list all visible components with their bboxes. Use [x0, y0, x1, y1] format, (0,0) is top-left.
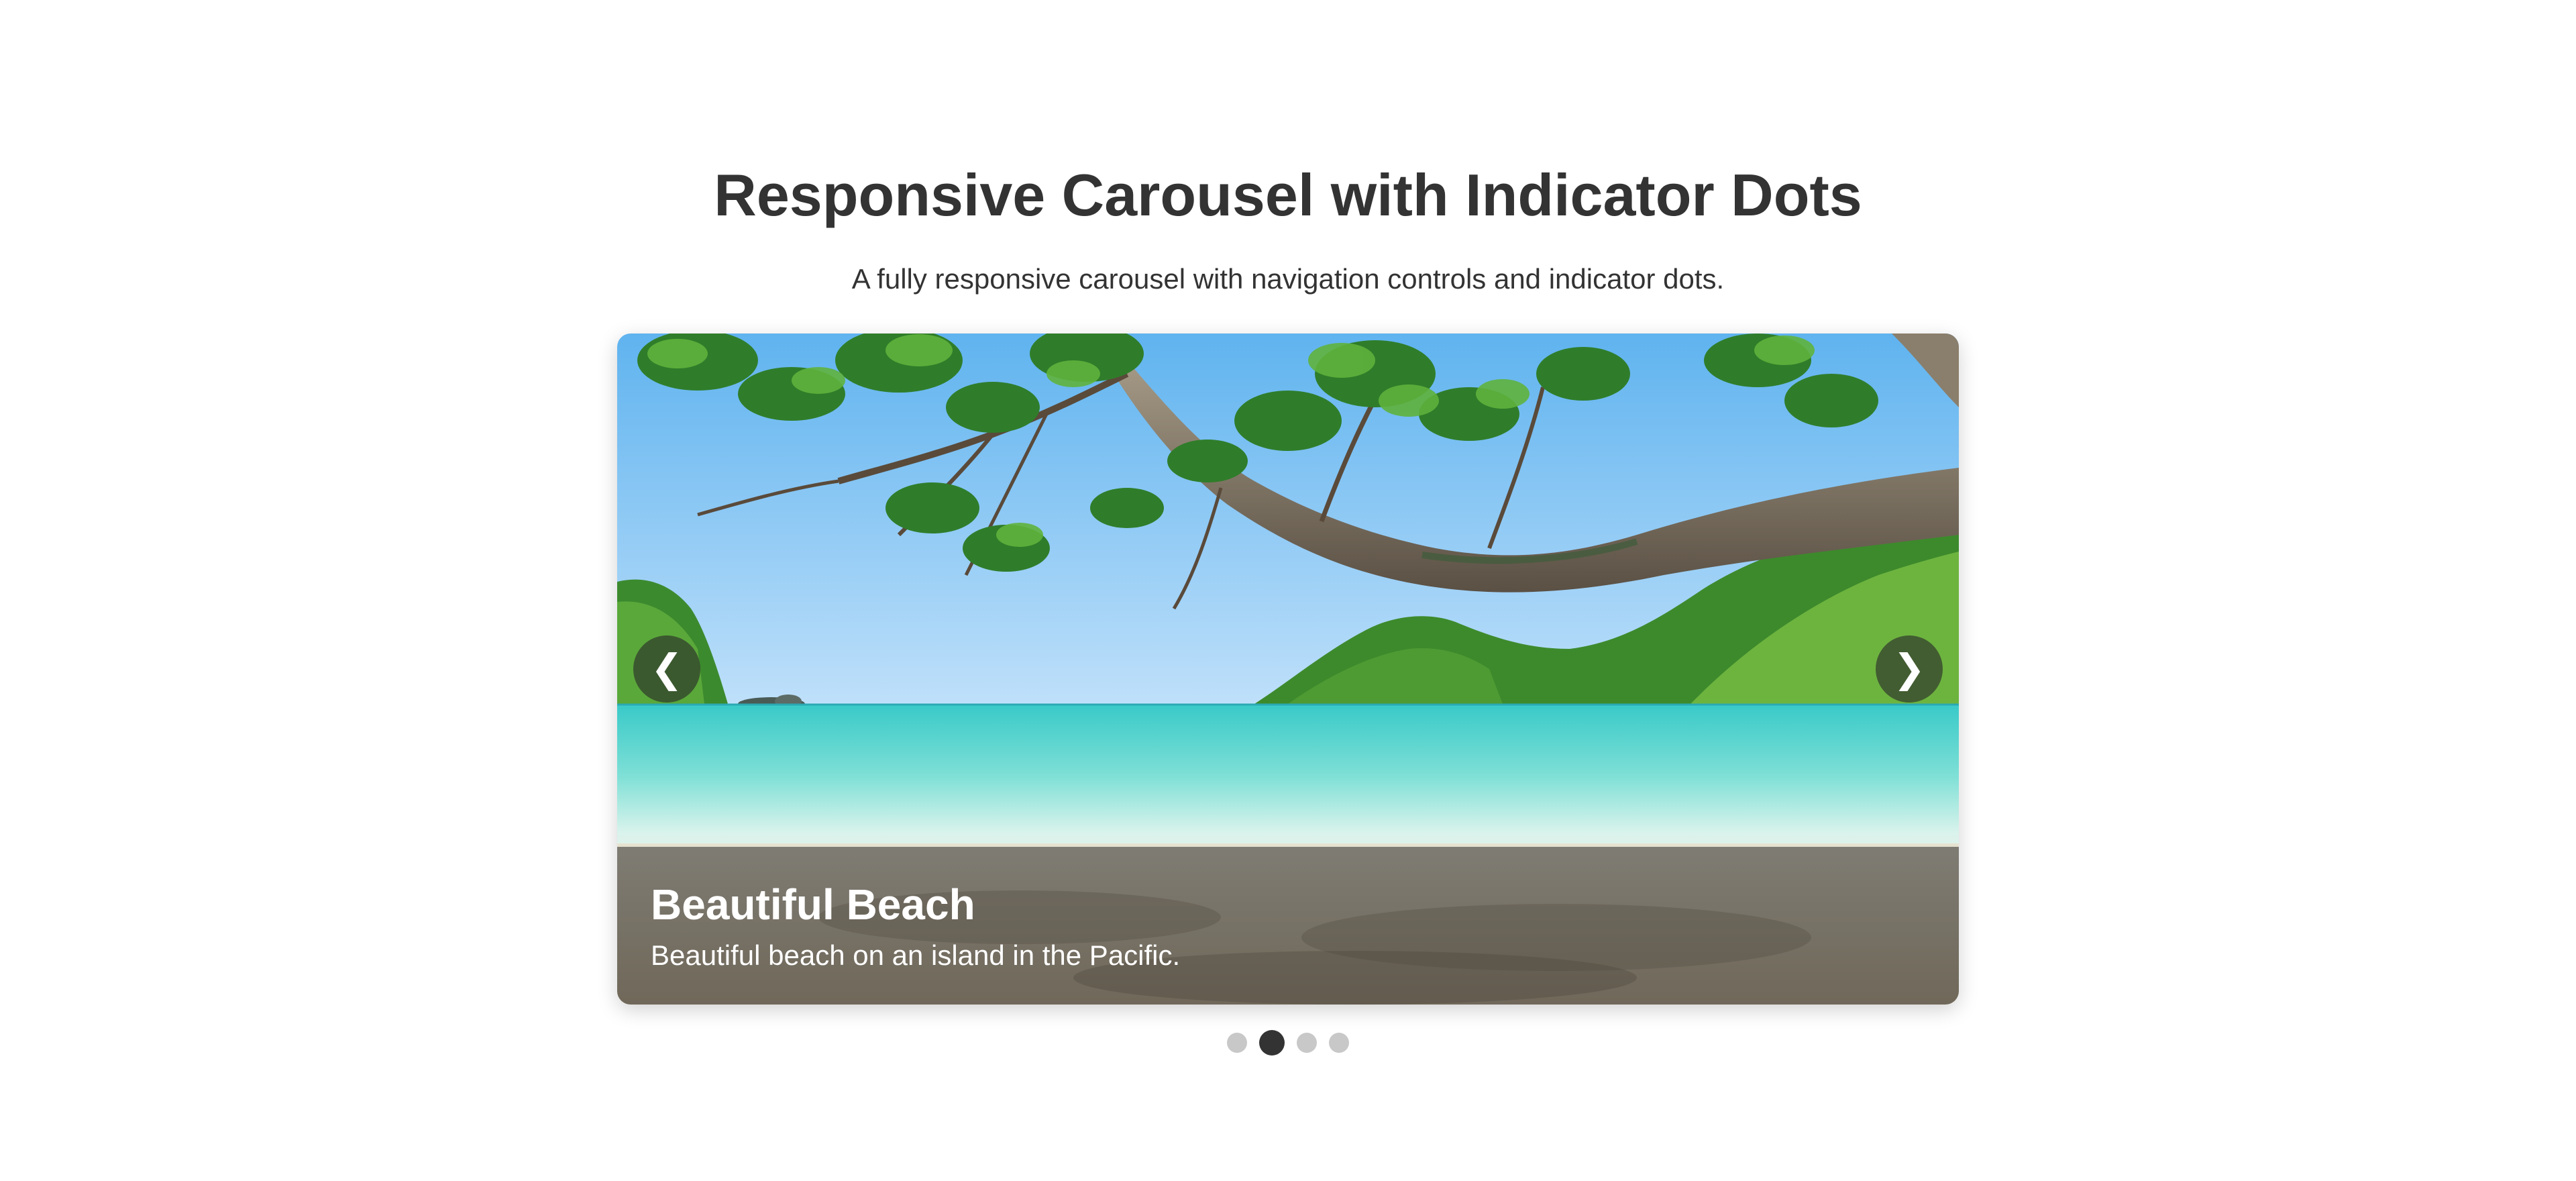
- next-slide-button[interactable]: ❯: [1876, 635, 1943, 703]
- page-subtitle: A fully responsive carousel with navigat…: [851, 263, 1725, 295]
- indicator-dot[interactable]: [1227, 1033, 1247, 1053]
- indicator-dot[interactable]: [1259, 1030, 1285, 1056]
- chevron-right-icon: ❯: [1892, 647, 1926, 690]
- indicator-dot[interactable]: [1297, 1033, 1317, 1053]
- page-title: Responsive Carousel with Indicator Dots: [714, 162, 1862, 228]
- prev-slide-button[interactable]: ❮: [633, 635, 700, 703]
- slide-title: Beautiful Beach: [651, 880, 975, 929]
- indicator-dots: [0, 1029, 2576, 1056]
- indicator-dot[interactable]: [1329, 1033, 1349, 1053]
- slide-caption: Beautiful Beach Beautiful beach on an is…: [617, 847, 1959, 1005]
- slide-description: Beautiful beach on an island in the Paci…: [651, 939, 1181, 971]
- carousel: ❮ ❯ Beautiful Beach Beautiful beach on a…: [617, 333, 1959, 1005]
- chevron-left-icon: ❮: [650, 647, 684, 690]
- page: Responsive Carousel with Indicator Dots …: [0, 0, 2576, 1181]
